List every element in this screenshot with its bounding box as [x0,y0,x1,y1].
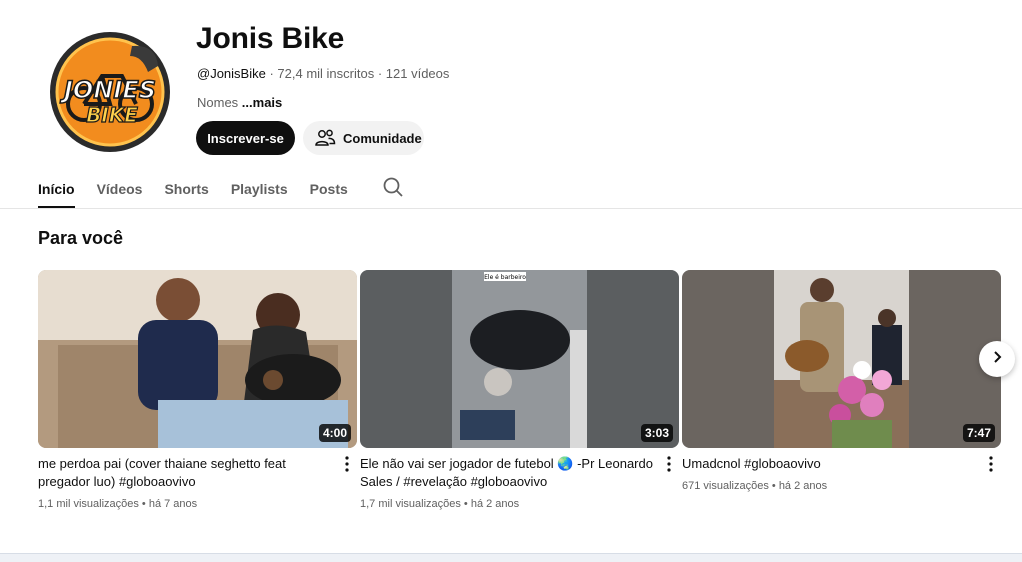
logo-text-top: JONIES [60,76,156,104]
video-card[interactable]: 7:47 Umadcnol #globoaovivo 671 visualiza… [682,270,1001,492]
video-age: há 7 anos [148,498,198,510]
channel-avatar[interactable]: JONIES BIKE [44,26,176,158]
tab-shorts[interactable]: Shorts [164,170,208,208]
meta-separator: · [374,66,386,81]
tab-videos[interactable]: Vídeos [97,170,143,208]
video-duration: 7:47 [962,424,995,442]
channel-description[interactable]: Nomes ...mais [197,95,282,110]
video-title[interactable]: Ele não vai ser jogador de futebol 🌏 -Pr… [360,455,660,491]
meta-separator: • [138,498,149,510]
video-title[interactable]: Umadcnol #globoaovivo [682,455,982,473]
video-views: 1,7 mil visualizações [360,498,461,510]
description-text: Nomes [197,95,242,110]
video-meta: 1,7 mil visualizações • há 2 anos [360,498,519,510]
community-label: Comunidade [343,130,422,146]
video-duration: 3:03 [640,424,673,442]
tab-playlists[interactable]: Playlists [231,170,288,208]
video-meta: 1,1 mil visualizações • há 7 anos [38,498,197,510]
video-meta: 671 visualizações • há 2 anos [682,480,827,492]
video-age: há 2 anos [778,480,828,492]
video-thumbnail[interactable]: 7:47 [682,270,1001,448]
thumbnail-caption: Ele é barbeiro [484,274,526,281]
carousel-next-button[interactable] [979,341,1015,377]
video-title[interactable]: me perdoa pai (cover thaiane seghetto fe… [38,455,338,491]
meta-separator: • [768,480,779,492]
kebab-icon[interactable] [983,455,999,473]
kebab-icon[interactable] [339,455,355,473]
meta-separator: · [265,66,278,81]
channel-title: Jonis Bike [196,22,345,55]
tabs-divider [0,208,1022,209]
subscriber-count: 72,4 mil inscritos [277,66,375,81]
video-age: há 2 anos [470,498,520,510]
channel-meta: @JonisBike · 72,4 mil inscritos · 121 ví… [197,66,449,81]
section-title: Para você [38,228,124,248]
tab-posts[interactable]: Posts [310,170,348,208]
meta-separator: • [460,498,471,510]
more-link[interactable]: ...mais [242,95,282,110]
video-thumbnail[interactable]: 4:00 [38,270,357,448]
video-card[interactable]: 4:00 me perdoa pai (cover thaiane seghet… [38,270,357,510]
kebab-icon[interactable] [661,455,677,473]
logo-text-bottom: BIKE [86,103,138,127]
channel-handle: @JonisBike [197,66,266,81]
video-card[interactable]: Ele é barbeiro 3:03 Ele não vai ser joga… [360,270,679,510]
search-icon[interactable] [381,175,405,199]
bottom-edge [0,553,1022,562]
community-button[interactable]: Comunidade [303,121,424,155]
tab-inicio[interactable]: Início [38,170,75,208]
people-icon [313,126,337,150]
video-thumbnail[interactable]: Ele é barbeiro 3:03 [360,270,679,448]
chevron-right-icon [989,349,1005,370]
video-views: 671 visualizações [682,480,769,492]
subscribe-button[interactable]: Inscrever-se [196,121,295,155]
video-views: 1,1 mil visualizações [38,498,139,510]
channel-tabs: Início Vídeos Shorts Playlists Posts [38,170,370,208]
video-duration: 4:00 [318,424,351,442]
video-count: 121 vídeos [385,66,450,81]
